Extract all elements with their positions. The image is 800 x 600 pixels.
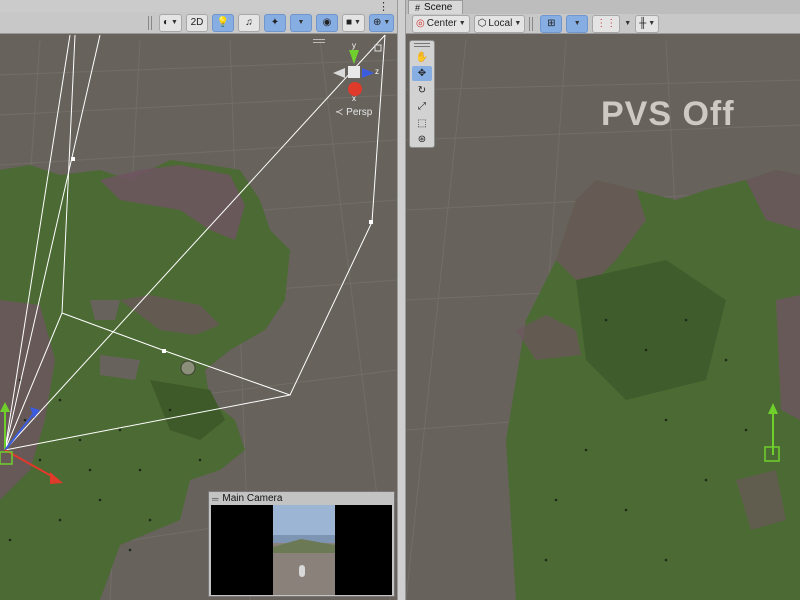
- chevron-down-icon: ▼: [514, 20, 522, 27]
- toggle-2d-button[interactable]: 2D: [185, 13, 208, 32]
- grid-snap-icon: ⊞: [547, 18, 556, 29]
- draw-mode-dropdown[interactable]: ◐ ▼: [159, 13, 182, 32]
- chevron-down-icon: ▼: [458, 20, 466, 27]
- right-viewport-render: [406, 39, 800, 600]
- cube-icon: ⬡: [477, 18, 487, 29]
- snap-icon: ⋮⋮: [596, 18, 617, 29]
- pivot-icon: ◎: [416, 18, 425, 29]
- move-tool-button[interactable]: ✥: [412, 66, 432, 81]
- left-tab-strip: ⋮: [0, 0, 397, 13]
- pivot-mode-dropdown[interactable]: ◎ Center ▼: [412, 14, 470, 33]
- grip-icon: ═: [212, 493, 219, 504]
- right-scene-toolbar: ◎ Center ▼ ⬡ Local ▼ ⊞ ▼ ⋮⋮ ▼ ╫ ▼: [406, 14, 800, 34]
- hand-tool-button[interactable]: ✋: [412, 50, 432, 65]
- move-icon: ✥: [417, 68, 427, 80]
- lighting-toggle-button[interactable]: 💡: [211, 13, 234, 32]
- camera-preview-title: Main Camera: [222, 493, 283, 504]
- ruler-icon: ╫: [639, 18, 647, 29]
- eye-icon: ◉: [322, 17, 332, 28]
- chevron-down-icon: ▼: [383, 19, 391, 26]
- chevron-down-icon: ▼: [573, 20, 581, 27]
- gizmos-button[interactable]: ⊕ ▼: [368, 13, 395, 32]
- left-scene-toolbar: ◐ ▼ 2D 💡 ♫ ✦ ▼ ◉ ■ ▼ ⊕ ▼: [0, 12, 397, 34]
- hand-icon: ✋: [415, 51, 429, 63]
- palette-grip-icon[interactable]: [414, 43, 430, 47]
- effects-icon: ✦: [270, 17, 280, 28]
- rect-icon: ⬚: [417, 117, 427, 129]
- scene-visibility-button[interactable]: ◉: [315, 13, 338, 32]
- increment-snap-button[interactable]: ⋮⋮: [592, 14, 621, 33]
- grid-snap-button[interactable]: ⊞: [540, 14, 563, 33]
- split-divider[interactable]: [397, 0, 406, 600]
- transform-icon: ⊛: [417, 134, 427, 146]
- effects-dropdown[interactable]: ▼: [289, 13, 312, 32]
- gizmo-axis-x-label: x: [352, 94, 356, 103]
- camera-preview-image: [211, 505, 392, 595]
- chevron-down-icon: ▼: [354, 19, 361, 26]
- camera-preview-overlay: ═ Main Camera: [208, 491, 395, 597]
- lock-icon[interactable]: [374, 44, 382, 52]
- gizmos-icon: ⊕: [372, 17, 382, 28]
- pivot-mode-label: Center: [426, 18, 457, 29]
- unity-editor: y z x ⋮ ◐ ▼ 2D 💡 ♫ ✦ ▼ ◉ ■ ▼ ⊕ ▼ ≺ Persp ═: [0, 0, 800, 600]
- effects-toggle-button[interactable]: ✦: [263, 13, 286, 32]
- grid-snap-dropdown[interactable]: ▼: [566, 14, 589, 33]
- right-tab-bar: # Scene: [406, 0, 800, 14]
- chevron-down-icon[interactable]: ▼: [624, 20, 631, 27]
- chevron-down-icon: ▼: [297, 19, 305, 26]
- audio-toggle-button[interactable]: ♫: [237, 13, 260, 32]
- tab-scene[interactable]: # Scene: [408, 0, 464, 14]
- transform-tool-button[interactable]: ⊛: [412, 133, 432, 148]
- rotate-tool-button[interactable]: ↻: [412, 83, 432, 98]
- audio-icon: ♫: [245, 17, 253, 28]
- rect-tool-button[interactable]: ⬚: [412, 116, 432, 131]
- pivot-rotation-dropdown[interactable]: ⬡ Local ▼: [473, 14, 526, 33]
- right-scene-view[interactable]: # Scene ◎ Center ▼ ⬡ Local ▼ ⊞ ▼ ⋮⋮ ▼ ╫ ▼: [406, 0, 800, 600]
- projection-label[interactable]: ≺ Persp: [335, 107, 372, 118]
- lightbulb-icon: 💡: [216, 17, 230, 28]
- orientation-gizmo[interactable]: y z x: [333, 41, 382, 103]
- grid-icon: #: [415, 2, 421, 13]
- scale-tool-button[interactable]: ⤢: [412, 99, 432, 114]
- rotate-icon: ↻: [417, 84, 427, 96]
- space-mode-label: Local: [488, 18, 513, 29]
- overlay-grip-icon[interactable]: [313, 39, 325, 43]
- tab-scene-label: Scene: [424, 2, 453, 13]
- scale-icon: ⤢: [418, 101, 426, 113]
- toolbar-grip-icon[interactable]: [529, 16, 534, 31]
- gizmo-axis-z-label: z: [375, 67, 379, 76]
- shading-mode-icon: ◐: [163, 17, 170, 28]
- ruler-snap-button[interactable]: ╫ ▼: [635, 14, 660, 33]
- left-scene-view[interactable]: y z x ⋮ ◐ ▼ 2D 💡 ♫ ✦ ▼ ◉ ■ ▼ ⊕ ▼ ≺ Persp ═: [0, 0, 397, 600]
- pvs-overlay-label: PVS Off: [601, 95, 735, 133]
- toolbar-grip-icon[interactable]: [148, 15, 152, 30]
- chevron-down-icon: ▼: [171, 19, 178, 26]
- gizmo-axis-y-label: y: [352, 41, 356, 50]
- camera-settings-button[interactable]: ■ ▼: [341, 13, 365, 32]
- tool-palette: ✋ ✥ ↻ ⤢ ⬚ ⊛: [409, 40, 435, 148]
- camera-preview-header[interactable]: ═ Main Camera: [209, 492, 394, 505]
- chevron-down-icon: ▼: [648, 20, 656, 27]
- camera-icon: ■: [345, 17, 353, 28]
